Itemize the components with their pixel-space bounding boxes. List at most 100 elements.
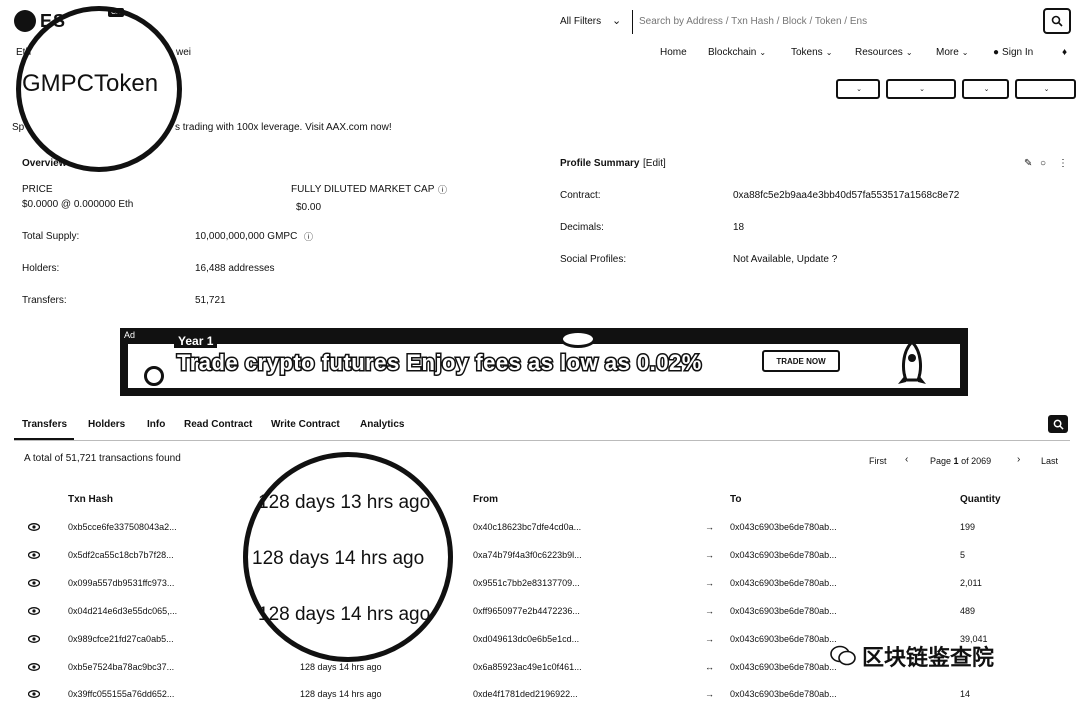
profile-edit-link[interactable]: [Edit] <box>643 158 666 169</box>
txn-hash-link[interactable]: 0x39ffc055155a76dd652... <box>68 689 174 699</box>
holders-label: Holders: <box>22 263 60 274</box>
txn-age: 128 days 13 hrs ago <box>258 492 431 513</box>
txn-hash-link[interactable]: 0x989cfce21fd27ca0ab5... <box>68 634 174 644</box>
arrow-right-icon: ↔ <box>705 662 714 672</box>
pager-last[interactable]: Last <box>1041 456 1058 466</box>
nav-more-label: More <box>936 47 959 58</box>
coin-icon <box>144 366 164 386</box>
txn-hash-link[interactable]: 0x099a557db9531ffc973... <box>68 578 174 588</box>
holders-value: 16,488 addresses <box>195 263 275 274</box>
from-address-link[interactable]: 0x40c18623bc7dfe4cd0a... <box>473 522 581 532</box>
pager-next-icon[interactable]: › <box>1017 454 1020 465</box>
nav-sign-in[interactable]: ● Sign In <box>993 47 1033 58</box>
from-address-link[interactable]: 0xa74b79f4a3f0c6223b9l... <box>473 550 582 560</box>
logo-text[interactable]: ES <box>40 11 66 32</box>
aax-logo-icon <box>560 330 596 348</box>
sponsored-link[interactable]: s trading with 100x leverage. Visit AAX.… <box>175 122 392 133</box>
from-address-link[interactable]: 0xd049613dc0e6b5e1cd... <box>473 634 579 644</box>
from-address-link[interactable]: 0xde4f1781ded2196922... <box>473 689 578 699</box>
txn-hash-link[interactable]: 0xb5cce6fe337508043a2... <box>68 522 177 532</box>
eye-icon[interactable] <box>28 523 40 531</box>
more-options-icon[interactable]: ⋮ <box>1058 158 1068 169</box>
profile-title: Profile Summary <box>560 158 640 169</box>
eye-icon[interactable] <box>28 607 40 615</box>
social-update-link[interactable]: Not Available, Update ? <box>733 254 837 265</box>
nav-tokens-label: Tokens <box>791 47 823 58</box>
chevron-down-icon: ⌄ <box>961 48 969 57</box>
ad-banner[interactable]: Ad Year 1 Trade crypto futures Enjoy fee… <box>120 328 968 396</box>
transactions-summary: A total of 51,721 transactions found <box>24 453 181 464</box>
to-address-link[interactable]: 0x043c6903be6de780ab... <box>730 689 837 699</box>
to-address-link[interactable]: 0x043c6903be6de780ab... <box>730 634 837 644</box>
earn-button[interactable]: ⌄ <box>962 79 1009 99</box>
etherscan-logo-icon[interactable] <box>14 10 36 32</box>
trade-now-button[interactable]: TRADE NOW <box>762 350 840 372</box>
to-address-link[interactable]: 0x043c6903be6de780ab... <box>730 606 837 616</box>
col-to: To <box>730 494 742 505</box>
eye-icon[interactable] <box>28 579 40 587</box>
to-address-link[interactable]: 0x043c6903be6de780ab... <box>730 550 837 560</box>
eye-icon[interactable] <box>28 663 40 671</box>
eye-icon[interactable] <box>28 690 40 698</box>
nav-home[interactable]: Home <box>660 47 687 58</box>
search-icon <box>1053 419 1064 430</box>
info-icon[interactable]: ⓘ <box>438 183 447 196</box>
network-switch[interactable]: ♦ <box>1062 47 1067 58</box>
eye-icon[interactable] <box>28 551 40 559</box>
nav-more[interactable]: More ⌄ <box>936 47 969 58</box>
sponsored-label: Sp <box>12 122 25 133</box>
eye-icon[interactable] <box>28 635 40 643</box>
exchange-button[interactable]: ⌄ <box>886 79 956 99</box>
to-address-link[interactable]: 0x043c6903be6de780ab... <box>730 662 837 672</box>
buy-button[interactable]: ⌄ <box>836 79 880 99</box>
txn-hash-link[interactable]: 0x5df2ca55c18cb7b7f28... <box>68 550 174 560</box>
search-button[interactable] <box>1043 8 1071 34</box>
info-icon[interactable]: ⓘ <box>304 230 313 243</box>
user-icon: ● <box>993 47 1000 58</box>
pager-prev-icon[interactable]: ‹ <box>905 454 908 465</box>
gas-label: wei <box>176 47 192 58</box>
txn-hash-link[interactable]: 0xb5e7524ba78ac9bc37... <box>68 662 174 672</box>
txn-hash-link[interactable]: 0x04d214e6d3e55dc065,... <box>68 606 177 616</box>
tab-analytics[interactable]: Analytics <box>360 419 404 430</box>
decimals-label: Decimals: <box>560 222 604 233</box>
tab-read-contract[interactable]: Read Contract <box>184 419 252 430</box>
tab-info[interactable]: Info <box>147 419 165 430</box>
nav-tokens[interactable]: Tokens ⌄ <box>791 47 832 58</box>
txn-age: 128 days 14 hrs ago <box>300 689 382 699</box>
market-cap-value: $0.00 <box>296 202 322 213</box>
filter-search-button[interactable] <box>1048 415 1068 433</box>
tab-holders[interactable]: Holders <box>88 419 125 430</box>
watermark-text: 区块链鉴查院 <box>862 645 995 670</box>
watermark: 区块链鉴查院 <box>830 640 994 672</box>
arrow-right-icon: → <box>705 550 714 560</box>
wechat-icon <box>830 645 856 666</box>
nav-resources[interactable]: Resources ⌄ <box>855 47 913 58</box>
rocket-icon <box>892 339 932 390</box>
gaming-button[interactable]: ⌄ <box>1015 79 1076 99</box>
from-address-link[interactable]: 0x9551c7bb2e83137709... <box>473 578 580 588</box>
chevron-down-icon[interactable]: ⌄ <box>612 14 621 27</box>
contract-address-link[interactable]: 0xa88fc5e2b9aa4e3bb40d57fa553517a1568c8e… <box>733 190 959 201</box>
tab-transfers[interactable]: Transfers <box>22 419 67 430</box>
market-cap-label: FULLY DILUTED MARKET CAP <box>291 184 435 195</box>
pager-first[interactable]: First <box>869 456 887 466</box>
edit-icon[interactable]: ✎ <box>1024 158 1032 169</box>
status-icon[interactable]: ○ <box>1040 158 1046 169</box>
filter-select[interactable]: All Filters <box>560 16 601 27</box>
quantity-value: 14 <box>960 689 971 699</box>
txn-age: 128 days 14 hrs ago <box>252 548 425 569</box>
from-address-link[interactable]: 0x6a85923ac49e1c0f461... <box>473 662 582 672</box>
tab-write-contract[interactable]: Write Contract <box>271 419 340 430</box>
from-address-link[interactable]: 0xff9650977e2b4472236... <box>473 606 580 616</box>
chevron-down-icon: ⌄ <box>919 86 925 93</box>
chevron-down-icon: ⌄ <box>759 48 767 57</box>
arrow-right-icon: → <box>705 689 714 699</box>
ad-tag: Year 1 <box>174 334 218 348</box>
search-icon <box>1051 15 1063 27</box>
search-input[interactable] <box>636 11 1042 31</box>
to-address-link[interactable]: 0x043c6903be6de780ab... <box>730 522 837 532</box>
nav-blockchain[interactable]: Blockchain ⌄ <box>708 47 766 58</box>
to-address-link[interactable]: 0x043c6903be6de780ab... <box>730 578 837 588</box>
arrow-right-icon: → <box>705 634 714 644</box>
